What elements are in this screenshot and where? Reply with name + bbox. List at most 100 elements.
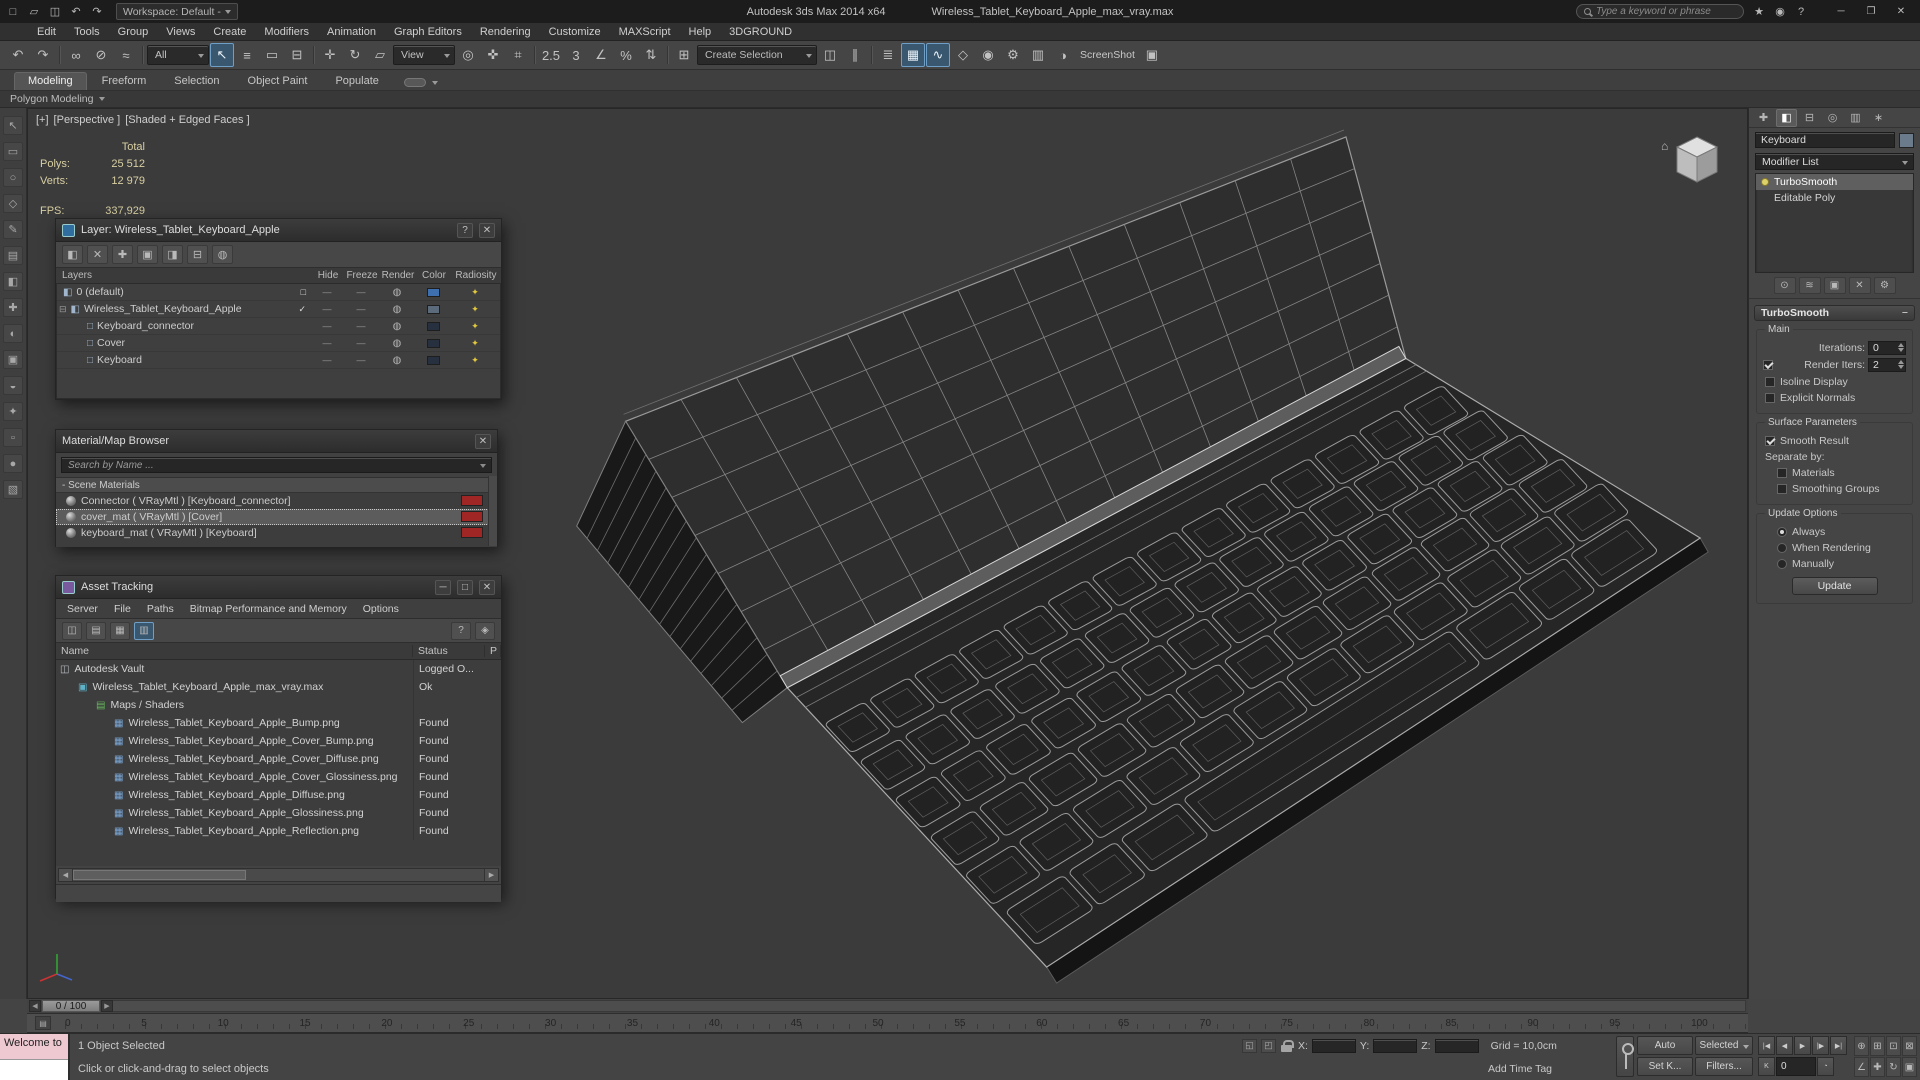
- render-production-icon[interactable]: ◑: [1051, 43, 1075, 67]
- screenshot-icon[interactable]: ▣: [1140, 43, 1164, 67]
- dock-cross-icon[interactable]: ✚: [3, 298, 23, 317]
- menu-item[interactable]: Animation: [318, 23, 385, 41]
- material-editor-icon[interactable]: ◉: [976, 43, 1000, 67]
- maxscript-mini-listener[interactable]: Welcome to: [0, 1034, 70, 1080]
- bind-to-spacewarp-icon[interactable]: ≈: [114, 43, 138, 67]
- make-unique-icon[interactable]: ▣: [1823, 277, 1846, 294]
- maximize-button[interactable]: ❐: [1856, 2, 1886, 21]
- layer-row[interactable]: ◧ 0 (default) □ — — ◍ ✦: [57, 284, 500, 301]
- use-pivot-center-icon[interactable]: ◎: [456, 43, 480, 67]
- snap-toggle-25-icon[interactable]: 2.5: [539, 43, 563, 67]
- asset-menu-item[interactable]: Options: [356, 603, 406, 615]
- dock-contrast-icon[interactable]: ◐: [3, 324, 23, 343]
- window-crossing-icon[interactable]: ⊟: [285, 43, 309, 67]
- minimize-button[interactable]: ─: [1826, 2, 1856, 21]
- display-tab-icon[interactable]: ▥: [1845, 109, 1866, 127]
- asset-menu-item[interactable]: File: [107, 603, 138, 615]
- new-layer-icon[interactable]: ◧: [62, 245, 83, 264]
- auto-key-button[interactable]: Auto: [1637, 1036, 1693, 1055]
- table-view-icon[interactable]: ▥: [134, 621, 154, 640]
- utilities-tab-icon[interactable]: ∗: [1868, 109, 1889, 127]
- current-frame-field[interactable]: 0: [1776, 1057, 1816, 1076]
- asset-tracking-titlebar[interactable]: Asset Tracking ─ □ ✕: [56, 576, 501, 599]
- community-icon[interactable]: ◉: [1771, 3, 1789, 20]
- curve-editor-icon[interactable]: ∿: [926, 43, 950, 67]
- select-by-name-icon[interactable]: ≡: [235, 43, 259, 67]
- time-slider-track[interactable]: [113, 1000, 1746, 1012]
- material-scrollbar[interactable]: [488, 476, 497, 546]
- render-cell[interactable]: ◍: [378, 287, 416, 298]
- status-log-icon[interactable]: ▤: [86, 621, 106, 640]
- asset-horizontal-scrollbar[interactable]: ◀ ▶: [58, 868, 499, 882]
- dock-half-icon[interactable]: ◧: [3, 272, 23, 291]
- x-coordinate-field[interactable]: [1311, 1038, 1356, 1053]
- asset-menu-item[interactable]: Paths: [140, 603, 181, 615]
- configure-modifier-sets-icon[interactable]: ⚙: [1873, 277, 1896, 294]
- go-to-start-button[interactable]: |◀: [1758, 1036, 1775, 1055]
- asset-row[interactable]: ◫ Autodesk Vault Logged O...: [56, 660, 501, 678]
- redo-icon[interactable]: ↷: [31, 43, 55, 67]
- radiosity-cell[interactable]: ✦: [450, 338, 500, 349]
- hide-cell[interactable]: —: [310, 321, 344, 331]
- orbit-icon[interactable]: ↻: [1886, 1057, 1901, 1077]
- current-layer-indicator[interactable]: ✓: [298, 304, 306, 315]
- freeze-cell[interactable]: —: [344, 338, 378, 348]
- modifier-stack-entry[interactable]: Editable Poly: [1756, 190, 1913, 206]
- maximize-viewport-icon[interactable]: ▣: [1902, 1057, 1917, 1077]
- set-key-button[interactable]: Set K...: [1637, 1057, 1693, 1076]
- select-and-manipulate-icon[interactable]: ✜: [481, 43, 505, 67]
- next-frame-icon[interactable]: ▶: [101, 1000, 113, 1012]
- radiosity-cell[interactable]: ✦: [450, 304, 500, 315]
- time-slider-handle[interactable]: 0 / 100: [42, 1000, 100, 1012]
- vault-operations-icon[interactable]: ◫: [62, 621, 82, 640]
- render-setup-icon[interactable]: ⚙: [1001, 43, 1025, 67]
- hide-cell[interactable]: —: [310, 287, 344, 297]
- time-configuration-icon[interactable]: ◔: [1817, 1057, 1834, 1076]
- material-browser-titlebar[interactable]: Material/Map Browser ✕: [56, 430, 497, 453]
- dock-circle-icon[interactable]: ○: [3, 168, 23, 187]
- delete-layer-icon[interactable]: ✕: [87, 245, 108, 264]
- y-coordinate-field[interactable]: [1373, 1038, 1418, 1053]
- smooth-result-checkbox[interactable]: [1765, 436, 1775, 446]
- layer-row[interactable]: ⊟ ◧ Wireless_Tablet_Keyboard_Apple ✓ — —…: [57, 301, 500, 318]
- dock-rect-icon[interactable]: ▭: [3, 142, 23, 161]
- close-icon[interactable]: ✕: [479, 579, 495, 595]
- dock-sphere-icon[interactable]: ●: [3, 454, 23, 473]
- dock-poly-icon[interactable]: ◇: [3, 194, 23, 213]
- render-iters-checkbox[interactable]: [1763, 360, 1773, 370]
- asset-row[interactable]: ▦ Wireless_Tablet_Keyboard_Apple_Bump.pn…: [56, 714, 501, 732]
- rectangular-selection-icon[interactable]: ▭: [260, 43, 284, 67]
- listener-script-pane[interactable]: [0, 1059, 68, 1080]
- menu-item[interactable]: Customize: [540, 23, 610, 41]
- color-cell[interactable]: [416, 304, 450, 314]
- time-slider[interactable]: ◀ 0 / 100 ▶: [27, 999, 1748, 1014]
- hide-layers-icon[interactable]: ⊟: [187, 245, 208, 264]
- viewport-view-menu[interactable]: [Perspective ]: [54, 114, 121, 126]
- layer-row[interactable]: □ Keyboard_connector — — ◍ ✦: [57, 318, 500, 335]
- when-rendering-radio[interactable]: [1777, 543, 1787, 553]
- dock-star-icon[interactable]: ✦: [3, 402, 23, 421]
- previous-frame-icon[interactable]: ◀: [29, 1000, 41, 1012]
- mirror-icon[interactable]: ◫: [818, 43, 842, 67]
- smoothing-groups-checkbox[interactable]: [1777, 484, 1787, 494]
- new-scene-icon[interactable]: □: [4, 3, 22, 20]
- help-button[interactable]: ?: [457, 222, 473, 238]
- radiosity-cell[interactable]: ✦: [450, 321, 500, 332]
- modifier-stack-entry[interactable]: TurboSmooth: [1756, 174, 1913, 190]
- polygon-modeling-panel[interactable]: Polygon Modeling: [10, 93, 93, 105]
- menu-item[interactable]: Create: [204, 23, 255, 41]
- open-file-icon[interactable]: ▱: [25, 3, 43, 20]
- unlink-selection-icon[interactable]: ⊘: [89, 43, 113, 67]
- dock-hatch-icon[interactable]: ▧: [3, 480, 23, 499]
- create-tab-icon[interactable]: ✚: [1753, 109, 1774, 127]
- ribbon-tab[interactable]: Modeling: [14, 72, 87, 90]
- layer-dialog-titlebar[interactable]: Layer: Wireless_Tablet_Keyboard_Apple ? …: [56, 219, 501, 242]
- select-object-icon[interactable]: ↖: [210, 43, 234, 67]
- material-row[interactable]: Connector ( VRayMtl ) [Keyboard_connecto…: [56, 493, 497, 509]
- isoline-display-checkbox[interactable]: [1765, 377, 1775, 387]
- color-cell[interactable]: [416, 338, 450, 348]
- dock-grid-icon[interactable]: ▣: [3, 350, 23, 369]
- menu-item[interactable]: 3DGROUND: [720, 23, 801, 41]
- menu-item[interactable]: Tools: [65, 23, 109, 41]
- add-time-tag[interactable]: Add Time Tag: [1488, 1063, 1552, 1075]
